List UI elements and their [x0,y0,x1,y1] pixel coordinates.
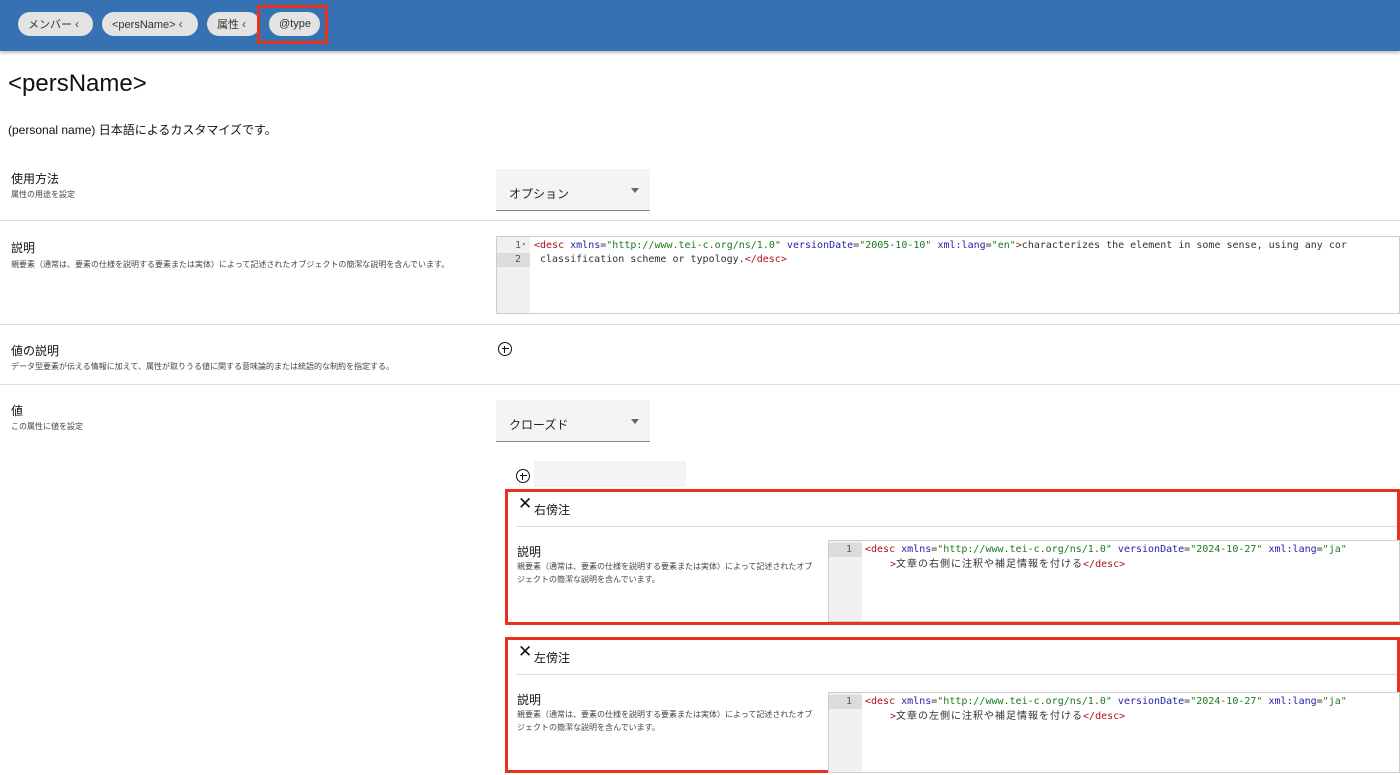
code-line: <desc xmlns="http://www.tei-c.org/ns/1.0… [534,240,1347,251]
divider [516,674,1397,675]
code-line: >文章の右側に注釈や補足情報を付ける</desc> [890,559,1126,570]
line-number: 2 [497,253,530,267]
value-code-editor[interactable]: 1 <desc xmlns="http://www.tei-c.org/ns/1… [828,540,1400,622]
chevron-left-icon: ‹ [242,17,246,31]
line-gutter: 1 [829,541,862,621]
values-selected-value: クローズド [509,418,569,432]
close-icon[interactable]: ✕ [518,642,532,662]
value-description-label: 説明 [517,693,542,707]
description-label: 説明 [11,241,36,255]
divider [0,324,1400,325]
divider [516,526,1397,527]
line-gutter: 1 [829,693,862,772]
usage-hint: 属性の用途を設定 [11,190,75,199]
value-description-label: 値の説明 [11,344,60,358]
values-select[interactable]: クローズド [496,400,650,442]
value-input-placeholder [534,461,686,487]
breadcrumb-label: <persName> [112,19,176,31]
usage-selected-value: オプション [509,187,570,201]
code-line: >文章の左側に注釈や補足情報を付ける</desc> [890,711,1126,722]
code-line: classification scheme or typology.</desc… [540,254,787,265]
close-icon[interactable]: ✕ [518,494,532,514]
breadcrumb-label: 属性 [217,19,239,31]
value-description-hint: 親要素（通常は、要素の仕様を説明する要素または実体）によって記述されたオブジェク… [517,562,813,584]
fold-icon[interactable]: ▾ [522,241,526,248]
chevron-left-icon: ‹ [178,17,183,31]
value-card: ✕ 右傍注 説明 親要素（通常は、要素の仕様を説明する要素または実体）によって記… [505,489,1400,625]
value-card-title: 右傍注 [534,503,571,517]
description-code-editor[interactable]: 1 2 ▾ <desc xmlns="http://www.tei-c.org/… [496,236,1400,314]
caret-down-icon [631,188,639,193]
page-title: <persName> [8,70,147,97]
values-label: 値 [11,404,24,418]
value-card-title: 左傍注 [534,651,571,665]
value-card: ✕ 左傍注 説明 親要素（通常は、要素の仕様を説明する要素または実体）によって記… [505,637,1400,773]
usage-select[interactable]: オプション [496,169,650,211]
breadcrumb-members[interactable]: メンバー ‹ [18,12,93,36]
values-hint: この属性に値を設定 [11,422,83,431]
highlight-box [257,5,328,44]
breadcrumb-attributes[interactable]: 属性 ‹ [207,12,260,36]
value-description-hint: 親要素（通常は、要素の仕様を説明する要素または実体）によって記述されたオブジェク… [517,710,813,732]
chevron-left-icon: ‹ [75,17,79,31]
usage-label: 使用方法 [11,172,60,186]
description-hint: 親要素（通常は、要素の仕様を説明する要素または実体）によって記述されたオブジェク… [11,260,450,269]
add-circle-icon[interactable] [516,469,530,483]
value-description-label: 説明 [517,545,542,559]
breadcrumb-persname[interactable]: <persName> ‹ [102,12,198,36]
top-bar: メンバー ‹ <persName> ‹ 属性 ‹ @type [0,0,1400,51]
page-subtitle: (personal name) 日本語によるカスタマイズです。 [8,123,277,137]
divider [0,384,1400,385]
line-number: 1 [829,695,862,709]
code-line: <desc xmlns="http://www.tei-c.org/ns/1.0… [865,696,1347,707]
line-gutter: 1 2 [497,237,530,313]
breadcrumb-label: メンバー [28,19,72,31]
line-number: 1 [829,543,862,557]
code-line: <desc xmlns="http://www.tei-c.org/ns/1.0… [865,544,1347,555]
add-circle-icon[interactable] [498,342,512,356]
value-code-editor[interactable]: 1 <desc xmlns="http://www.tei-c.org/ns/1… [828,692,1400,773]
value-description-hint: データ型要素が伝える情報に加えて、属性が取りうる値に関する意味論的または統語的な… [11,362,394,371]
divider [0,220,1400,221]
caret-down-icon [631,419,639,424]
